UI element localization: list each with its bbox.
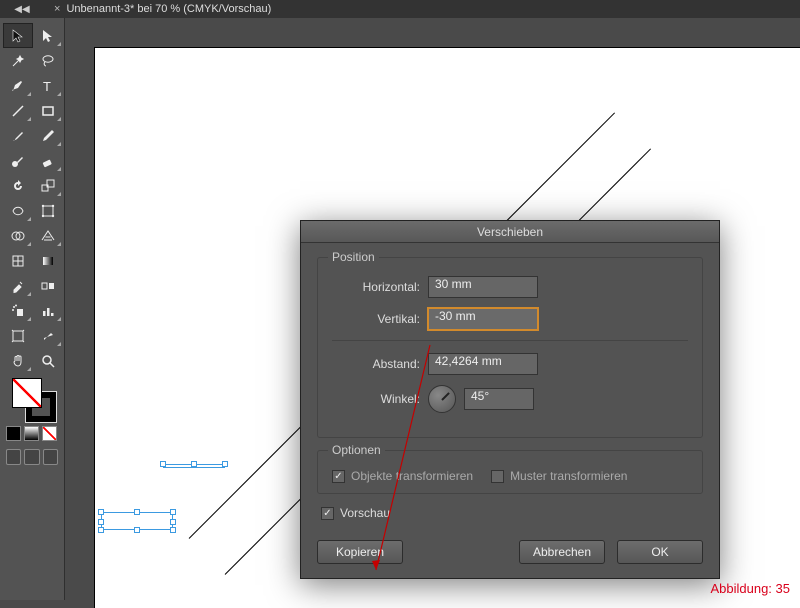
document-tab-bar: ◀◀ × Unbenannt-3* bei 70 % (CMYK/Vorscha… [0,0,800,18]
selection-bounding-box[interactable] [101,512,173,530]
position-group: Position Horizontal: 30 mm Vertikal: -30… [317,257,703,438]
eraser-tool[interactable] [34,149,62,172]
tools-panel: T [0,18,65,600]
selection-preview [163,464,225,468]
cancel-button[interactable]: Abbrechen [519,540,605,564]
free-transform-tool[interactable] [34,199,62,222]
blob-brush-tool[interactable] [4,149,32,172]
options-group-label: Optionen [328,443,385,457]
fill-swatch[interactable] [12,378,42,408]
scale-tool[interactable] [34,174,62,197]
pen-tool[interactable] [4,74,32,97]
angle-input[interactable]: 45° [464,388,534,410]
color-mode-gradient[interactable] [24,426,39,441]
transform-objects-label: Objekte transformieren [351,469,473,483]
position-group-label: Position [328,250,379,264]
paintbrush-tool[interactable] [4,124,32,147]
checkbox-icon [491,470,504,483]
type-tool[interactable]: T [34,74,62,97]
hand-tool[interactable] [4,349,32,372]
column-graph-tool[interactable] [34,299,62,322]
selection-tool[interactable] [4,24,32,47]
perspective-grid-tool[interactable] [34,224,62,247]
line-segment-tool[interactable] [4,99,32,122]
zoom-tool[interactable] [34,349,62,372]
document-tab-title: Unbenannt-3* bei 70 % (CMYK/Vorschau) [66,3,271,15]
angle-dial[interactable] [428,385,456,413]
transform-objects-checkbox[interactable]: Objekte transformieren [332,469,473,483]
fill-stroke-swatch[interactable] [12,378,54,420]
distance-input[interactable]: 42,4264 mm [428,353,538,375]
color-mode-solid[interactable] [6,426,21,441]
figure-caption: Abbildung: 35 [710,581,790,596]
close-tab-icon[interactable]: × [54,3,60,15]
slice-tool[interactable] [34,324,62,347]
rotate-tool[interactable] [4,174,32,197]
horizontal-input[interactable]: 30 mm [428,276,538,298]
preview-label: Vorschau [340,506,390,520]
transform-patterns-label: Muster transformieren [510,469,627,483]
checkbox-icon [321,507,334,520]
distance-label: Abstand: [332,357,420,371]
move-dialog: Verschieben Position Horizontal: 30 mm V… [300,220,720,579]
vertical-label: Vertikal: [332,312,420,326]
width-tool[interactable] [4,199,32,222]
eyedropper-tool[interactable] [4,274,32,297]
rectangle-tool[interactable] [34,99,62,122]
draw-inside[interactable] [43,449,58,465]
transform-patterns-checkbox[interactable]: Muster transformieren [491,469,627,483]
dialog-title: Verschieben [477,225,543,239]
magic-wand-tool[interactable] [4,49,32,72]
gradient-tool[interactable] [34,249,62,272]
symbol-sprayer-tool[interactable] [4,299,32,322]
artboard-tool[interactable] [4,324,32,347]
horizontal-label: Horizontal: [332,280,420,294]
shape-builder-tool[interactable] [4,224,32,247]
document-tab[interactable]: × Unbenannt-3* bei 70 % (CMYK/Vorschau) [44,0,281,18]
blend-tool[interactable] [34,274,62,297]
vertical-input[interactable]: -30 mm [428,308,538,330]
mesh-tool[interactable] [4,249,32,272]
draw-behind[interactable] [24,449,39,465]
direct-selection-tool[interactable] [34,24,62,47]
color-mode-none[interactable] [42,426,57,441]
collapse-panels-button[interactable]: ◀◀ [0,0,44,18]
svg-text:T: T [43,79,51,94]
preview-checkbox[interactable]: Vorschau [321,506,703,520]
ok-button[interactable]: OK [617,540,703,564]
checkbox-icon [332,470,345,483]
pencil-tool[interactable] [34,124,62,147]
options-group: Optionen Objekte transformieren Muster t… [317,450,703,494]
angle-label: Winkel: [332,392,420,406]
draw-normal[interactable] [6,449,21,465]
dialog-title-bar[interactable]: Verschieben [301,221,719,243]
copy-button[interactable]: Kopieren [317,540,403,564]
lasso-tool[interactable] [34,49,62,72]
